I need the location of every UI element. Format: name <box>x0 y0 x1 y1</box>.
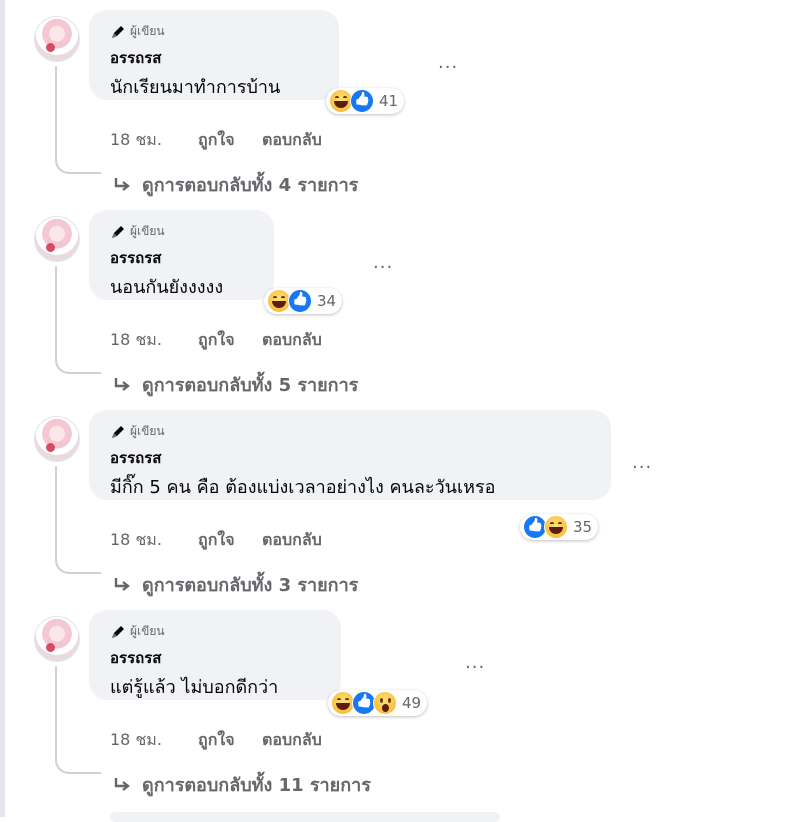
reply-button[interactable]: ตอบกลับ <box>262 328 322 353</box>
reaction-summary[interactable]: 35 <box>520 514 599 540</box>
comment-actions: 18 ชม. ถูกใจ ตอบกลับ <box>110 328 322 353</box>
comment-actions: 18 ชม. ถูกใจ ตอบกลับ <box>110 528 322 553</box>
commenter-name[interactable]: อรรถรส <box>110 646 161 670</box>
view-replies-link[interactable]: ดูการตอบกลับทั้ง 3 รายการ <box>112 570 358 599</box>
view-replies-link[interactable]: ดูการตอบกลับทั้ง 5 รายการ <box>112 370 358 399</box>
like-button[interactable]: ถูกใจ <box>198 328 262 353</box>
comment-text: นักเรียนมาทำการบ้าน <box>110 77 281 98</box>
reaction-count: 49 <box>402 694 422 712</box>
next-comment-bubble-partial <box>110 812 500 822</box>
reaction-summary[interactable]: 34 <box>264 288 343 314</box>
comment: ผู้เขียน อรรถรส แต่รู้แล้ว ไม่บอกดีกว่า … <box>0 600 800 800</box>
pen-icon <box>112 25 124 38</box>
like-button[interactable]: ถูกใจ <box>198 728 262 753</box>
comment-timestamp[interactable]: 18 ชม. <box>110 128 198 153</box>
reaction-count: 34 <box>317 292 337 310</box>
reply-arrow-icon <box>114 577 130 591</box>
reply-arrow-icon <box>114 777 130 791</box>
haha-icon <box>544 515 568 539</box>
comment-text: มีกิ๊ก 5 คน คือ ต้องแบ่งเวลาอย่างไง คนละ… <box>110 477 496 498</box>
wow-icon <box>373 691 397 715</box>
reply-arrow-icon <box>114 177 130 191</box>
reply-button[interactable]: ตอบกลับ <box>262 728 322 753</box>
like-icon <box>350 89 374 113</box>
author-badge-label: ผู้เขียน <box>130 424 165 438</box>
pen-icon <box>112 625 124 638</box>
like-button[interactable]: ถูกใจ <box>198 528 262 553</box>
like-button[interactable]: ถูกใจ <box>198 128 262 153</box>
comment: ผู้เขียน อรรถรส นักเรียนมาทำการบ้าน 41 .… <box>0 0 800 200</box>
pen-icon <box>112 225 124 238</box>
more-options-button[interactable]: ... <box>632 452 652 473</box>
view-replies-link[interactable]: ดูการตอบกลับทั้ง 11 รายการ <box>112 770 371 799</box>
reply-button[interactable]: ตอบกลับ <box>262 128 322 153</box>
view-replies-label: ดูการตอบกลับทั้ง 5 รายการ <box>142 375 359 396</box>
reaction-count: 41 <box>379 92 399 110</box>
like-icon <box>288 289 312 313</box>
commenter-name[interactable]: อรรถรส <box>110 46 161 70</box>
more-options-button[interactable]: ... <box>373 252 393 273</box>
reply-arrow-icon <box>114 377 130 391</box>
comment-timestamp[interactable]: 18 ชม. <box>110 528 198 553</box>
view-replies-label: ดูการตอบกลับทั้ง 4 รายการ <box>142 175 359 196</box>
avatar[interactable] <box>34 16 80 62</box>
reaction-summary[interactable]: 41 <box>326 88 405 114</box>
comment: ผู้เขียน อรรถรส มีกิ๊ก 5 คน คือ ต้องแบ่ง… <box>0 400 800 600</box>
reply-button[interactable]: ตอบกลับ <box>262 528 322 553</box>
comment-actions: 18 ชม. ถูกใจ ตอบกลับ <box>110 728 322 753</box>
comment: ผู้เขียน อรรถรส นอนกันยังงงงง 34 ... 18 … <box>0 200 800 400</box>
comment-actions: 18 ชม. ถูกใจ ตอบกลับ <box>110 128 322 153</box>
pen-icon <box>112 425 124 438</box>
view-replies-label: ดูการตอบกลับทั้ง 11 รายการ <box>142 775 371 796</box>
comment-text: นอนกันยังงงงง <box>110 277 224 298</box>
author-badge-label: ผู้เขียน <box>130 224 165 238</box>
comment-timestamp[interactable]: 18 ชม. <box>110 728 198 753</box>
author-badge: ผู้เขียน <box>110 222 165 241</box>
author-badge-label: ผู้เขียน <box>130 624 165 638</box>
avatar[interactable] <box>34 216 80 262</box>
reaction-count: 35 <box>573 518 593 536</box>
more-options-button[interactable]: ... <box>465 652 485 673</box>
author-badge: ผู้เขียน <box>110 22 165 41</box>
avatar[interactable] <box>34 616 80 662</box>
commenter-name[interactable]: อรรถรส <box>110 246 161 270</box>
reaction-summary[interactable]: 49 <box>328 690 428 716</box>
comment-timestamp[interactable]: 18 ชม. <box>110 328 198 353</box>
view-replies-link[interactable]: ดูการตอบกลับทั้ง 4 รายการ <box>112 170 358 199</box>
comment-text: แต่รู้แล้ว ไม่บอกดีกว่า <box>110 677 279 698</box>
commenter-name[interactable]: อรรถรส <box>110 446 161 470</box>
author-badge-label: ผู้เขียน <box>130 24 165 38</box>
avatar[interactable] <box>34 416 80 462</box>
author-badge: ผู้เขียน <box>110 622 165 641</box>
more-options-button[interactable]: ... <box>438 52 458 73</box>
author-badge: ผู้เขียน <box>110 422 165 441</box>
view-replies-label: ดูการตอบกลับทั้ง 3 รายการ <box>142 575 359 596</box>
